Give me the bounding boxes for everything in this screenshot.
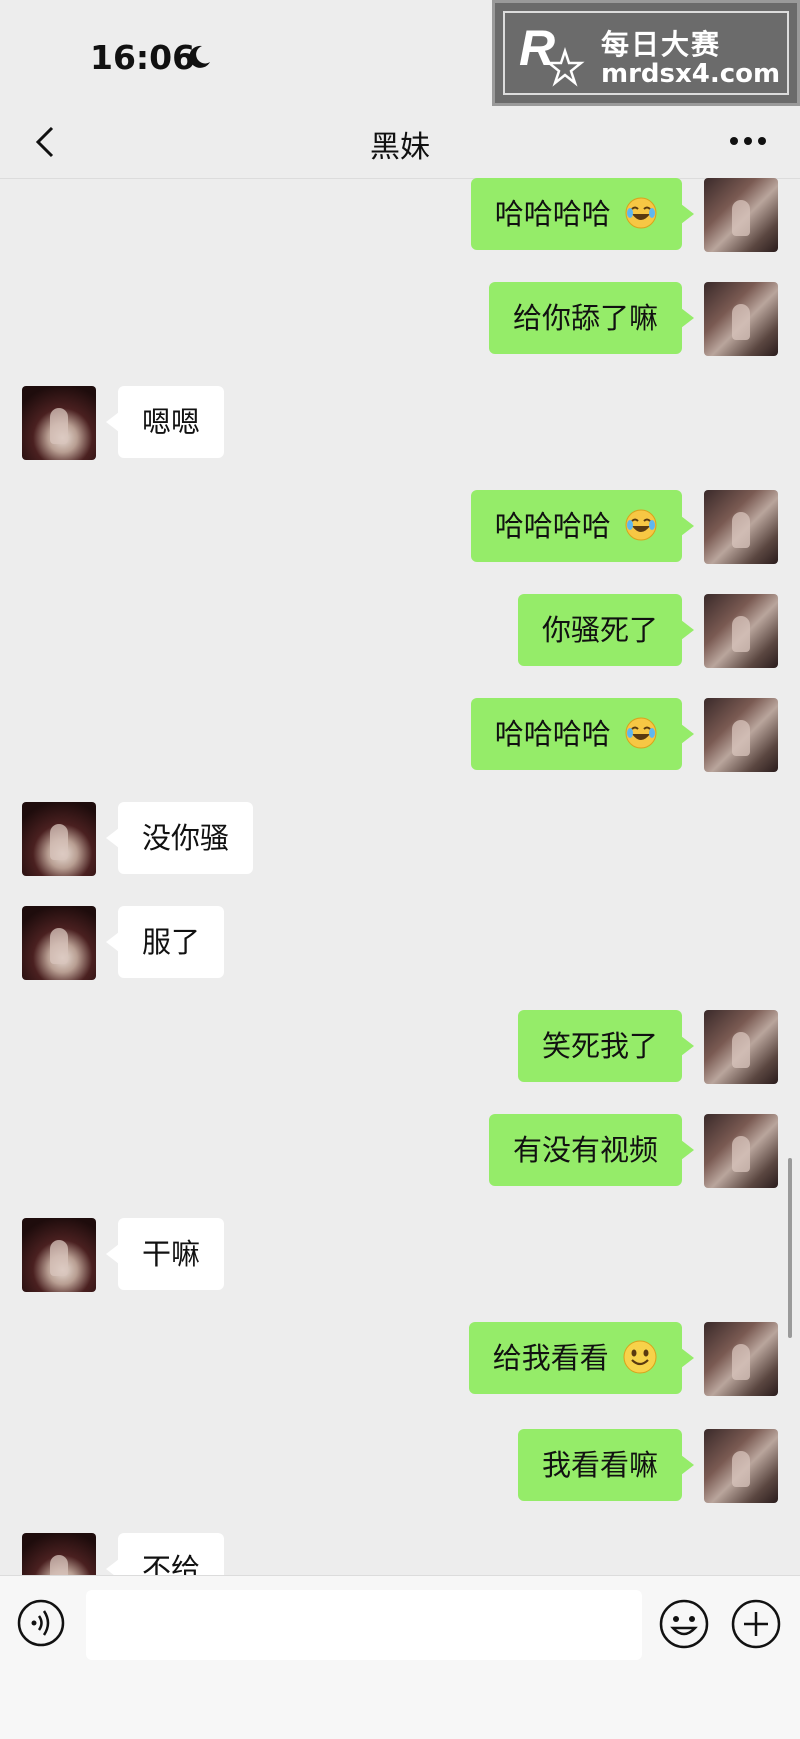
message-row: 哈哈哈哈 xyxy=(0,490,800,566)
my-avatar[interactable] xyxy=(704,490,778,564)
message-bubble[interactable]: 笑死我了 xyxy=(517,1010,695,1082)
message-row: 我看看嘛 xyxy=(0,1429,800,1505)
voice-icon[interactable] xyxy=(16,1598,66,1648)
message-bubble[interactable]: 给你舔了嘛 xyxy=(488,282,695,354)
message-text: 给我看看 xyxy=(492,1341,609,1375)
message-bubble[interactable]: 嗯嗯 xyxy=(105,386,225,458)
laugh-tears-emoji-icon xyxy=(625,717,657,749)
watermark: R 每日大赛 mrdsx4.com xyxy=(492,0,800,106)
message-row: 有没有视频 xyxy=(0,1114,800,1190)
my-avatar[interactable] xyxy=(704,1429,778,1503)
input-bar xyxy=(0,1575,800,1739)
watermark-title: 每日大赛 xyxy=(601,28,722,61)
message-text: 嗯嗯 xyxy=(142,405,201,439)
message-row: 没你骚 xyxy=(0,802,800,878)
chat-header: 黑妹 xyxy=(0,110,800,179)
my-avatar[interactable] xyxy=(704,282,778,356)
message-row: 你骚死了 xyxy=(0,594,800,670)
status-time: 16:06 xyxy=(90,38,196,77)
my-avatar[interactable] xyxy=(704,178,778,252)
message-row: 笑死我了 xyxy=(0,1010,800,1086)
message-row: 哈哈哈哈 xyxy=(0,178,800,254)
chat-area[interactable]: 哈哈哈哈 给你舔了嘛 嗯嗯 哈哈哈哈 你骚死了 哈哈哈哈 没你骚 服了 笑死我了… xyxy=(0,178,800,1575)
svg-text:R: R xyxy=(519,20,555,76)
message-text: 没你骚 xyxy=(142,821,230,855)
message-bubble[interactable]: 干嘛 xyxy=(105,1218,225,1290)
my-avatar[interactable] xyxy=(704,594,778,668)
message-row: 不给 xyxy=(0,1533,800,1575)
message-input[interactable] xyxy=(86,1590,642,1660)
message-bubble[interactable]: 有没有视频 xyxy=(488,1114,695,1186)
message-row: 给我看看 xyxy=(0,1322,800,1398)
plus-icon[interactable] xyxy=(730,1598,782,1650)
message-bubble[interactable]: 哈哈哈哈 xyxy=(470,178,695,250)
chat-title: 黑妹 xyxy=(370,130,430,165)
my-avatar[interactable] xyxy=(704,1010,778,1084)
message-row: 给你舔了嘛 xyxy=(0,282,800,358)
message-row: 嗯嗯 xyxy=(0,386,800,462)
watermark-logo-icon: R xyxy=(519,20,585,87)
message-bubble[interactable]: 我看看嘛 xyxy=(517,1429,695,1501)
message-text: 哈哈哈哈 xyxy=(494,509,611,543)
message-text: 哈哈哈哈 xyxy=(494,717,611,751)
message-text: 哈哈哈哈 xyxy=(494,197,611,231)
message-text: 有没有视频 xyxy=(512,1133,658,1167)
laugh-tears-emoji-icon xyxy=(625,509,657,541)
message-text: 你骚死了 xyxy=(541,613,658,647)
contact-avatar[interactable] xyxy=(22,386,96,460)
message-text: 给你舔了嘛 xyxy=(512,301,658,335)
contact-avatar[interactable] xyxy=(22,906,96,980)
message-text: 服了 xyxy=(142,925,201,959)
message-text: 不给 xyxy=(142,1552,201,1575)
emoji-icon[interactable] xyxy=(658,1598,710,1650)
laugh-tears-emoji-icon xyxy=(625,197,657,229)
message-text: 我看看嘛 xyxy=(541,1448,658,1482)
message-text: 笑死我了 xyxy=(541,1029,658,1063)
message-bubble[interactable]: 没你骚 xyxy=(105,802,254,874)
message-bubble[interactable]: 服了 xyxy=(105,906,225,978)
message-bubble[interactable]: 哈哈哈哈 xyxy=(470,490,695,562)
message-row: 哈哈哈哈 xyxy=(0,698,800,774)
more-dots-icon[interactable] xyxy=(726,126,770,156)
contact-avatar[interactable] xyxy=(22,802,96,876)
contact-avatar[interactable] xyxy=(22,1533,96,1575)
message-bubble[interactable]: 你骚死了 xyxy=(517,594,695,666)
message-row: 服了 xyxy=(0,906,800,982)
watermark-url: mrdsx4.com xyxy=(601,59,781,89)
smile-emoji-icon xyxy=(623,1340,657,1374)
my-avatar[interactable] xyxy=(704,1114,778,1188)
my-avatar[interactable] xyxy=(704,698,778,772)
moon-icon xyxy=(189,45,210,68)
message-text: 干嘛 xyxy=(142,1237,201,1271)
message-bubble[interactable]: 给我看看 xyxy=(468,1322,695,1394)
message-bubble[interactable]: 哈哈哈哈 xyxy=(470,698,695,770)
scrollbar[interactable] xyxy=(788,1158,792,1338)
message-bubble[interactable]: 不给 xyxy=(105,1533,225,1575)
my-avatar[interactable] xyxy=(704,1322,778,1396)
contact-avatar[interactable] xyxy=(22,1218,96,1292)
message-row: 干嘛 xyxy=(0,1218,800,1294)
